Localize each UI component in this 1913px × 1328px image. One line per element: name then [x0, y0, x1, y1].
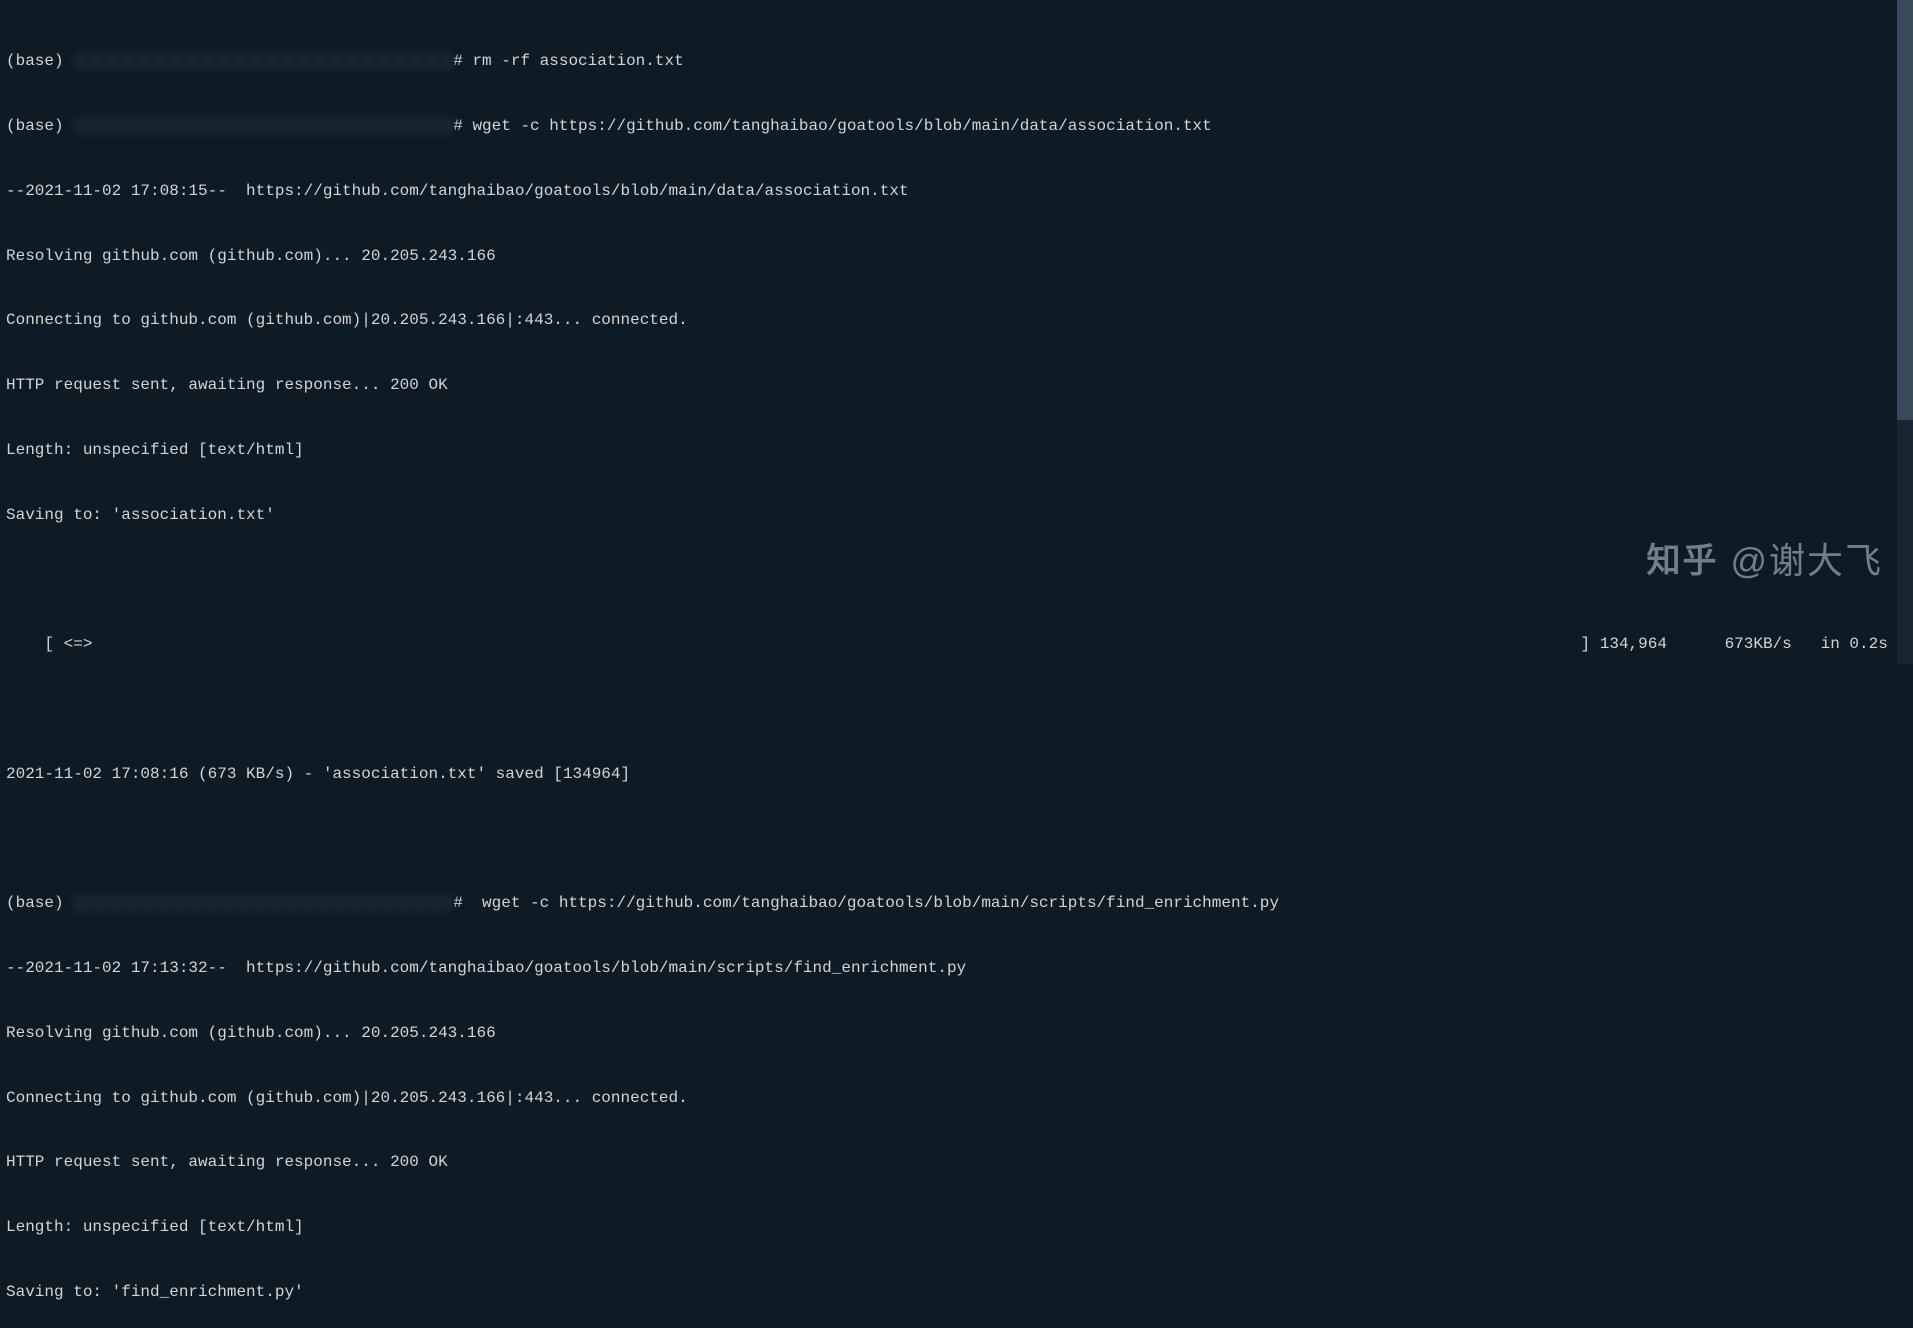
prompt-env: (base)	[6, 52, 73, 70]
scrollbar-track[interactable]	[1897, 0, 1913, 664]
terminal-line: Resolving github.com (github.com)... 20.…	[6, 1023, 1907, 1045]
terminal-line	[6, 829, 1907, 851]
command: wget -c https://github.com/tanghaibao/go…	[472, 117, 1211, 135]
terminal-line: --2021-11-02 17:08:15-- https://github.c…	[6, 181, 1907, 203]
command: wget -c https://github.com/tanghaibao/go…	[472, 894, 1279, 912]
prompt-suffix: #	[453, 117, 463, 135]
terminal-line: --2021-11-02 17:13:32-- https://github.c…	[6, 958, 1907, 980]
terminal-line	[6, 569, 1907, 591]
terminal-line: 2021-11-02 17:08:16 (673 KB/s) - 'associ…	[6, 764, 1907, 786]
terminal-output[interactable]: (base) # rm -rf association.txt (base) #…	[0, 0, 1913, 1328]
prompt-obscured	[73, 52, 453, 70]
terminal-line: Length: unspecified [text/html]	[6, 1217, 1907, 1239]
command: rm -rf association.txt	[472, 52, 683, 70]
progress-line: [ <=> ] 134,964 673KB/s in 0.2s	[6, 634, 1907, 656]
terminal-line: (base) # wget -c https://github.com/tang…	[6, 116, 1907, 138]
terminal-line: Length: unspecified [text/html]	[6, 440, 1907, 462]
terminal-line	[6, 699, 1907, 721]
scrollbar-thumb[interactable]	[1897, 0, 1913, 420]
terminal-line: HTTP request sent, awaiting response... …	[6, 375, 1907, 397]
terminal-line: Saving to: 'association.txt'	[6, 505, 1907, 527]
prompt-suffix: #	[453, 894, 463, 912]
terminal-line: Connecting to github.com (github.com)|20…	[6, 310, 1907, 332]
prompt-obscured	[73, 117, 453, 135]
terminal-line: HTTP request sent, awaiting response... …	[6, 1152, 1907, 1174]
terminal-line: Connecting to github.com (github.com)|20…	[6, 1088, 1907, 1110]
prompt-suffix: #	[453, 52, 463, 70]
terminal-line: Resolving github.com (github.com)... 20.…	[6, 246, 1907, 268]
progress-indicator: [ <=>	[6, 634, 92, 656]
prompt-env: (base)	[6, 894, 73, 912]
terminal-line: Saving to: 'find_enrichment.py'	[6, 1282, 1907, 1304]
prompt-env: (base)	[6, 117, 73, 135]
prompt-obscured	[73, 894, 453, 912]
progress-stats: ] 134,964 673KB/s in 0.2s	[1581, 634, 1907, 656]
terminal-line: (base) # rm -rf association.txt	[6, 51, 1907, 73]
terminal-line: (base) # wget -c https://github.com/tang…	[6, 893, 1907, 915]
